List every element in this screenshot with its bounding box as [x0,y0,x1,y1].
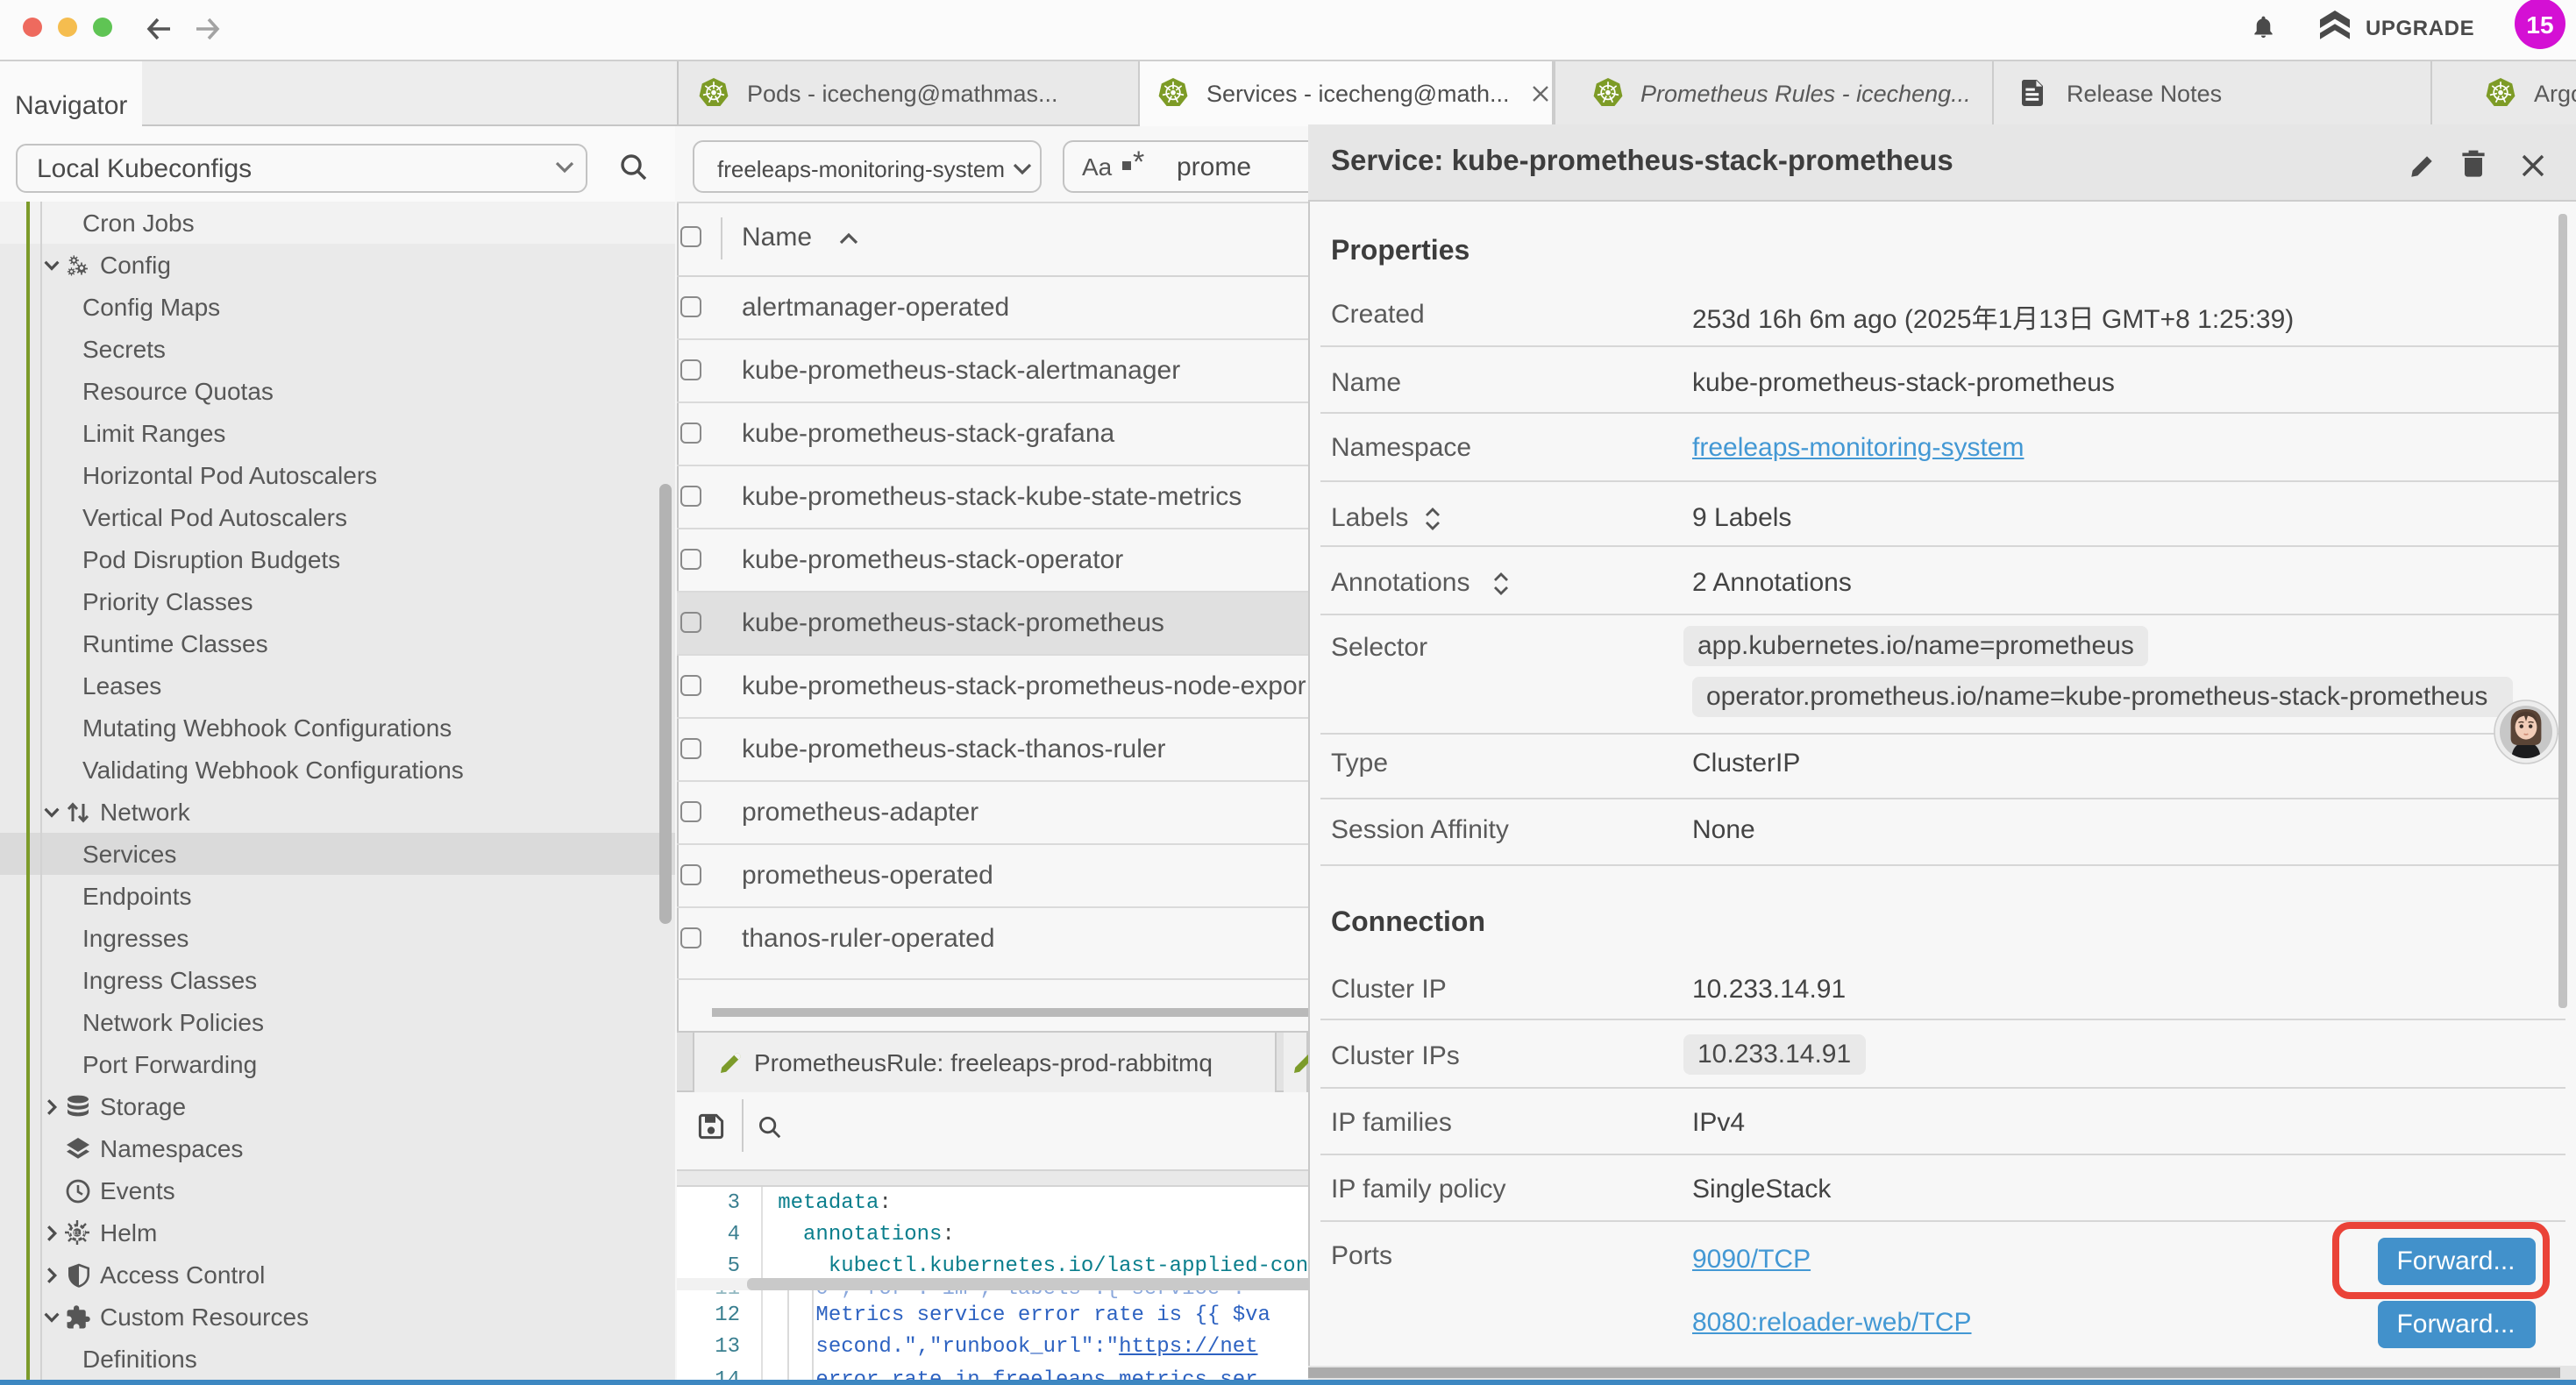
svg-text:HELM: HELM [69,1231,86,1237]
